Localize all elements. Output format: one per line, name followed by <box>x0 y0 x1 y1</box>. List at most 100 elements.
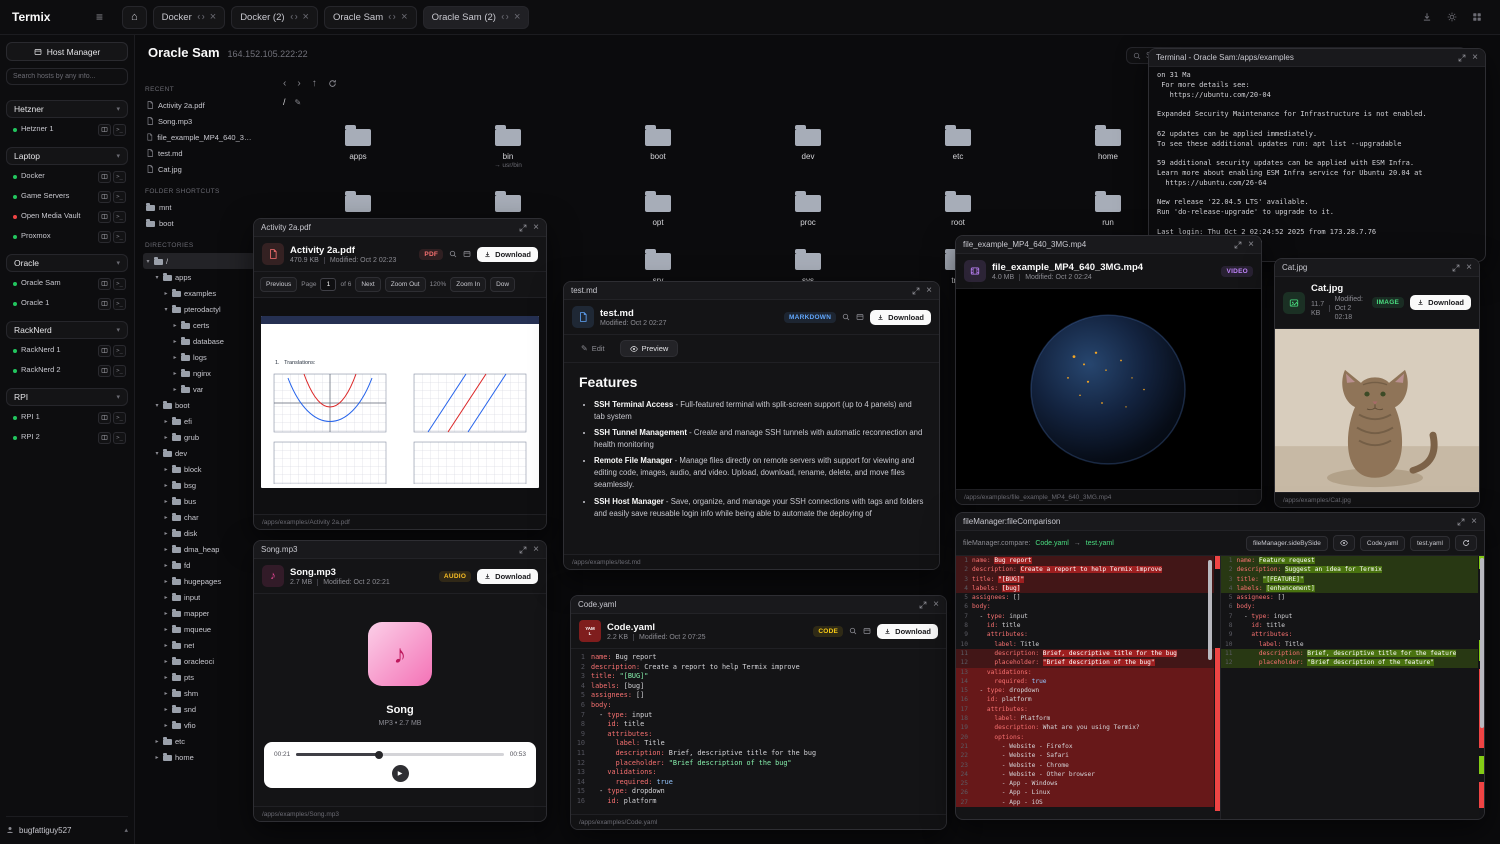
seek-thumb[interactable] <box>375 751 383 759</box>
download-button[interactable]: Download <box>870 310 931 325</box>
host-manager-button[interactable]: Host Manager <box>6 42 128 61</box>
terminal-button[interactable]: >_ <box>113 191 126 203</box>
tree-item-char[interactable]: ▸ char <box>143 509 255 525</box>
download-button[interactable]: Download <box>477 247 538 262</box>
tree-item-boot[interactable]: ▾ boot <box>143 397 255 413</box>
tree-item-bsg[interactable]: ▸ bsg <box>143 477 255 493</box>
search-icon[interactable] <box>449 250 457 258</box>
chevron-down-icon[interactable]: ▾ <box>145 258 151 265</box>
chevron-right-icon[interactable]: ▸ <box>163 514 169 521</box>
chevron-down-icon[interactable]: ▾ <box>154 450 160 457</box>
close-tab-icon[interactable]: × <box>401 12 407 23</box>
host-docker[interactable]: Docker >_ <box>6 168 128 185</box>
host-proxmox[interactable]: Proxmox >_ <box>6 228 128 245</box>
split-screen-icon[interactable] <box>197 13 205 21</box>
terminal-button[interactable]: >_ <box>113 211 126 223</box>
chevron-right-icon[interactable]: ▸ <box>163 610 169 617</box>
tree-item-root[interactable]: ▾ / <box>143 253 255 269</box>
split-view-button[interactable] <box>98 211 111 223</box>
host-racknerd-2[interactable]: RackNerd 2 >_ <box>6 362 128 379</box>
zoom-in-button[interactable]: Zoom In <box>450 277 486 292</box>
window-titlebar[interactable]: file_example_MP4_640_3MG.mp4 × <box>956 236 1261 254</box>
tree-item-logs[interactable]: ▸ logs <box>143 349 255 365</box>
split-view-button[interactable] <box>98 298 111 310</box>
page-number-input[interactable] <box>320 278 336 291</box>
expand-icon[interactable] <box>1458 54 1466 62</box>
host-group-hetzner[interactable]: Hetzner ▾ <box>6 100 128 118</box>
terminal-lines[interactable]: on 31 Ma For more details see: https://u… <box>1149 67 1485 261</box>
host-game-servers[interactable]: Game Servers >_ <box>6 188 128 205</box>
next-page-button[interactable]: Next <box>355 277 380 292</box>
tree-item-net[interactable]: ▸ net <box>143 637 255 653</box>
split-view-button[interactable] <box>98 171 111 183</box>
close-icon[interactable]: × <box>1471 516 1477 527</box>
previous-page-button[interactable]: Previous <box>260 277 297 292</box>
tree-item-block[interactable]: ▸ block <box>143 461 255 477</box>
search-icon[interactable] <box>849 627 857 635</box>
search-icon[interactable] <box>842 313 850 321</box>
folder-dev[interactable]: dev <box>733 123 883 169</box>
chevron-right-icon[interactable]: ▸ <box>163 706 169 713</box>
expand-icon[interactable] <box>919 601 927 609</box>
split-view-button[interactable] <box>98 124 111 136</box>
apps-grid-icon[interactable] <box>1472 12 1482 22</box>
folder-srv[interactable]: srv <box>583 247 733 285</box>
tree-item-disk[interactable]: ▸ disk <box>143 525 255 541</box>
refresh-icon[interactable] <box>328 79 337 88</box>
terminal-button[interactable]: >_ <box>113 365 126 377</box>
tree-item-examples[interactable]: ▸ examples <box>143 285 255 301</box>
chevron-right-icon[interactable]: ▸ <box>163 530 169 537</box>
close-icon[interactable]: × <box>533 222 539 233</box>
menu-icon[interactable]: ≡ <box>96 10 122 24</box>
chevron-right-icon[interactable]: ▸ <box>163 434 169 441</box>
download-button[interactable]: Download <box>477 569 538 584</box>
expand-icon[interactable] <box>1452 264 1460 272</box>
folder-opt[interactable]: opt <box>583 189 733 227</box>
left-file-button[interactable]: Code.yaml <box>1360 536 1405 551</box>
chevron-down-icon[interactable]: ▾ <box>163 306 169 313</box>
folder-sys[interactable]: sys <box>733 247 883 285</box>
diff-window-scrollbar[interactable] <box>1480 558 1484 728</box>
tab-docker[interactable]: Docker × <box>153 6 226 29</box>
tree-item-bus[interactable]: ▸ bus <box>143 493 255 509</box>
side-by-side-button[interactable]: fileManager.sideBySide <box>1246 536 1328 551</box>
right-file-button[interactable]: test.yaml <box>1410 536 1450 551</box>
chevron-right-icon[interactable]: ▸ <box>163 290 169 297</box>
terminal-button[interactable]: >_ <box>113 412 126 424</box>
split-view-button[interactable] <box>98 412 111 424</box>
tree-item-snd[interactable]: ▸ snd <box>143 701 255 717</box>
chevron-right-icon[interactable]: ▸ <box>163 658 169 665</box>
folder-boot[interactable]: boot <box>583 123 733 169</box>
tree-item-shm[interactable]: ▸ shm <box>143 685 255 701</box>
window-titlebar[interactable]: Cat.jpg × <box>1275 259 1479 277</box>
close-tab-icon[interactable]: × <box>514 12 520 23</box>
tree-item-grub[interactable]: ▸ grub <box>143 429 255 445</box>
split-view-button[interactable] <box>98 191 111 203</box>
close-tab-icon[interactable]: × <box>210 12 216 23</box>
split-view-button[interactable] <box>98 345 111 357</box>
terminal-button[interactable]: >_ <box>113 298 126 310</box>
folder-root[interactable]: root <box>883 189 1033 227</box>
tree-item-dma-heap[interactable]: ▸ dma_heap <box>143 541 255 557</box>
chevron-right-icon[interactable]: ▸ <box>163 690 169 697</box>
chevron-right-icon[interactable]: ▸ <box>172 386 178 393</box>
tree-item-var[interactable]: ▸ var <box>143 381 255 397</box>
recent-file-file-example-mp4-640-3mg[interactable]: file_example_MP4_640_3MG... <box>143 129 255 145</box>
recent-file-cat-jpg[interactable]: Cat.jpg <box>143 161 255 177</box>
chevron-down-icon[interactable]: ▾ <box>154 402 160 409</box>
back-icon[interactable]: ‹ <box>283 78 286 89</box>
chevron-right-icon[interactable]: ▸ <box>154 738 160 745</box>
chevron-right-icon[interactable]: ▸ <box>172 370 178 377</box>
up-icon[interactable]: ↑ <box>312 78 317 89</box>
chevron-right-icon[interactable]: ▸ <box>163 722 169 729</box>
refresh-diff-button[interactable] <box>1455 535 1477 551</box>
diff-left-scrollbar[interactable] <box>1208 560 1212 660</box>
tree-item-certs[interactable]: ▸ certs <box>143 317 255 333</box>
folder-apps[interactable]: apps <box>283 123 433 169</box>
tree-item-efi[interactable]: ▸ efi <box>143 413 255 429</box>
forward-icon[interactable]: › <box>297 78 300 89</box>
host-oracle-sam[interactable]: Oracle Sam >_ <box>6 275 128 292</box>
tab-docker-2[interactable]: Docker (2) × <box>231 6 318 29</box>
chevron-right-icon[interactable]: ▸ <box>163 594 169 601</box>
play-button[interactable]: ▶ <box>392 765 409 782</box>
